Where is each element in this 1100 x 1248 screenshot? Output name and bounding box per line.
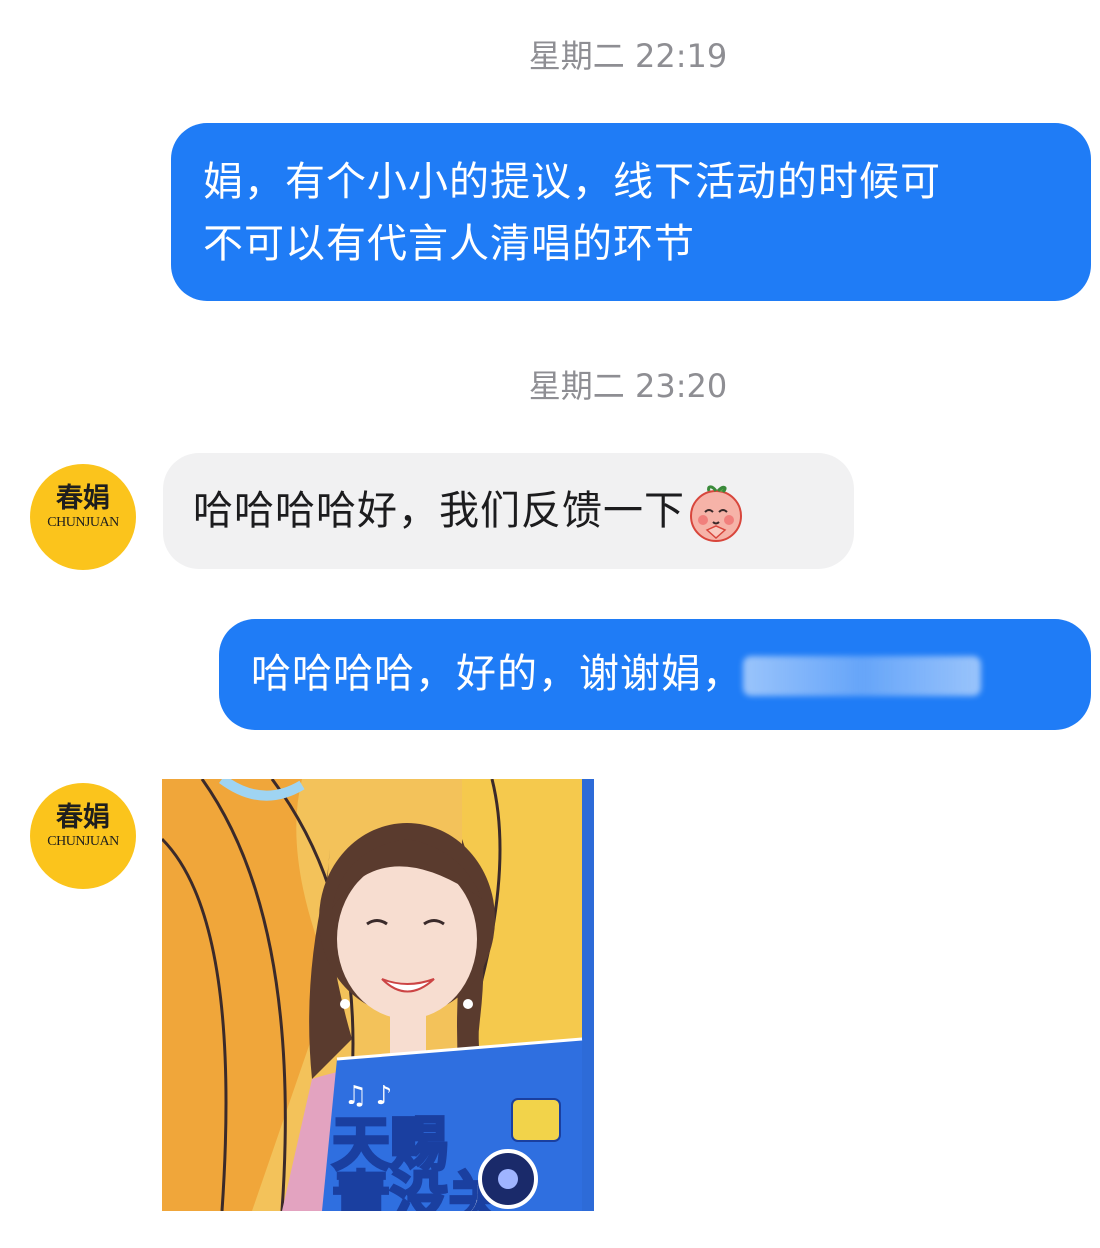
avatar-brand-cn: 春娟 — [56, 483, 110, 514]
outgoing-message-bubble[interactable]: 哈哈哈哈，好的，谢谢娟， — [219, 619, 1091, 730]
image-message[interactable]: ♫ ♪ 天赐 青没关 — [162, 779, 594, 1211]
sender-avatar[interactable]: 春娟 CHUNJUAN — [30, 464, 136, 570]
badge-icon — [511, 1098, 561, 1142]
incoming-message-bubble[interactable]: 哈哈哈哈好，我们反馈一下 — [163, 453, 854, 569]
avatar-brand-cn: 春娟 — [56, 802, 110, 833]
message-text: 哈哈哈哈好，我们反馈一下 — [193, 488, 685, 534]
blurred-text — [743, 656, 981, 696]
timestamp-1: 星期二 22:19 — [528, 37, 728, 75]
avatar-brand-en: CHUNJUAN — [47, 834, 119, 849]
outgoing-message-bubble[interactable]: 娟，有个小小的提议，线下活动的时候可 不可以有代言人清唱的环节 — [171, 123, 1091, 301]
message-text-line: 娟，有个小小的提议，线下活动的时候可 — [203, 159, 941, 205]
music-note-icon: ♫ ♪ — [344, 1081, 392, 1111]
peach-emoji-icon — [690, 485, 742, 542]
timestamp-2: 星期二 23:20 — [528, 367, 728, 405]
message-text-line: 不可以有代言人清唱的环节 — [203, 221, 695, 267]
message-text: 哈哈哈哈，好的，谢谢娟， — [251, 651, 743, 697]
sender-avatar[interactable]: 春娟 CHUNJUAN — [30, 783, 136, 889]
avatar-brand-en: CHUNJUAN — [47, 515, 119, 530]
photo-illustration: ♫ ♪ 天赐 青没关 — [162, 779, 594, 1211]
